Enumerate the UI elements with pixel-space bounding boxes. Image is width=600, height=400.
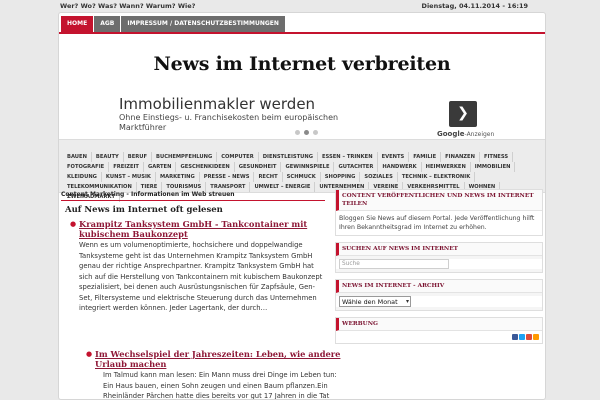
breadcrumb[interactable]: Content Marketing - Informationen im Web… xyxy=(61,189,325,201)
post-excerpt: Im Talmud kann man lesen: Ein Mann muss … xyxy=(103,371,337,400)
widget-ads: WERBUNG xyxy=(335,317,543,344)
category-nav: BAUEN BEAUTY BERUF BUCHEMPFEHLUNG COMPUTER DI… xyxy=(59,139,545,202)
social-icons xyxy=(336,331,542,343)
widget-title: NEWS IM INTERNET - ARCHIV xyxy=(336,280,542,293)
anzeigen-label: -Anzeigen xyxy=(464,131,495,138)
rss-icon[interactable] xyxy=(533,334,539,340)
category-link[interactable]: HEIMWERKEN xyxy=(422,162,471,172)
category-link[interactable]: GESUNDHEIT xyxy=(235,162,282,172)
tagline: Wer? Wo? Was? Wann? Warum? Wie? xyxy=(60,2,196,10)
ad-banner[interactable]: Immobilienmakler werden Ohne Einstiegs- … xyxy=(119,95,489,135)
page-container: HOME AGB IMPRESSUM / DATENSCHUTZBESTIMMU… xyxy=(58,12,546,400)
archive-select-value: Wähle den Monat xyxy=(342,298,398,306)
widget-body: Suche xyxy=(336,259,542,269)
date-time: Dienstag, 04.11.2014 - 16:19 xyxy=(421,2,528,10)
main-content: Content Marketing - Informationen im Web… xyxy=(59,189,340,399)
sidebar: CONTENT VERÖFFENTLICHEN UND NEWS IM INTE… xyxy=(335,189,543,399)
widget-title: WERBUNG xyxy=(336,318,542,331)
googleplus-icon[interactable] xyxy=(526,334,532,340)
tab-home[interactable]: HOME xyxy=(61,16,94,32)
chevron-right-icon: ❯ xyxy=(457,105,469,121)
ad-dot[interactable] xyxy=(313,130,318,135)
ad-next-button[interactable]: ❯ xyxy=(449,101,477,127)
ad-dot-active[interactable] xyxy=(304,130,309,135)
ad-dot[interactable] xyxy=(295,130,300,135)
bullet-icon: ● xyxy=(70,220,77,228)
ad-attribution[interactable]: Google-Anzeigen xyxy=(437,130,494,138)
category-link[interactable]: SOZIALES xyxy=(360,172,398,182)
twitter-icon[interactable] xyxy=(519,334,525,340)
bullet-icon: ● xyxy=(86,350,93,358)
category-link[interactable]: FINANZEN xyxy=(441,152,480,162)
category-link[interactable]: FOTOGRAFIE xyxy=(63,162,110,172)
category-link[interactable]: KUNST – MUSIK xyxy=(102,172,156,182)
tab-agb[interactable]: AGB xyxy=(94,16,121,32)
category-link[interactable]: HANDWERK xyxy=(378,162,422,172)
category-link[interactable]: TECHNIK – ELEKTRONIK xyxy=(398,172,476,182)
archive-select[interactable]: Wähle den Monat ▾ xyxy=(339,296,411,307)
category-link[interactable]: BEAUTY xyxy=(92,152,124,162)
facebook-icon[interactable] xyxy=(512,334,518,340)
google-label: Google xyxy=(437,130,465,138)
top-nav: HOME AGB IMPRESSUM / DATENSCHUTZBESTIMMU… xyxy=(61,16,286,32)
top-strip: Wer? Wo? Was? Wann? Warum? Wie? Dienstag… xyxy=(0,0,600,12)
category-link[interactable]: FITNESS xyxy=(480,152,514,162)
category-link[interactable]: GARTEN xyxy=(144,162,177,172)
category-link[interactable]: BAUEN xyxy=(63,152,92,162)
section-heading: Auf News im Internet oft gelesen xyxy=(65,205,223,215)
ad-pager xyxy=(295,130,318,135)
post-item: ● Krampitz Tanksystem GmbH - Tankcontain… xyxy=(70,219,325,314)
chevron-down-icon: ▾ xyxy=(405,298,409,305)
category-link[interactable]: SHOPPING xyxy=(321,172,361,182)
category-link[interactable]: RECHT xyxy=(254,172,283,182)
nav-divider xyxy=(59,32,545,34)
category-link[interactable]: GUTACHTER xyxy=(334,162,379,172)
site-title[interactable]: News im Internet verbreiten xyxy=(59,53,545,75)
post-title-link[interactable]: Im Wechselspiel der Jahreszeiten: Leben,… xyxy=(95,349,341,369)
widget-publish: CONTENT VERÖFFENTLICHEN UND NEWS IM INTE… xyxy=(335,189,543,236)
tab-impressum[interactable]: IMPRESSUM / DATENSCHUTZBESTIMMUNGEN xyxy=(121,16,285,32)
category-link[interactable]: PRESSE – NEWS xyxy=(200,172,255,182)
category-link[interactable]: IMMOBILIEN xyxy=(471,162,516,172)
category-link[interactable]: MARKETING xyxy=(156,172,200,182)
post-item: ● Im Wechselspiel der Jahreszeiten: Lebe… xyxy=(79,349,347,400)
post-excerpt: Wenn es um volumenoptimierte, hochsicher… xyxy=(79,241,323,312)
widget-title: CONTENT VERÖFFENTLICHEN UND NEWS IM INTE… xyxy=(336,190,542,211)
widget-text: Bloggen Sie News auf diesem Portal. Jede… xyxy=(336,211,542,235)
search-input[interactable]: Suche xyxy=(339,259,449,269)
widget-search: SUCHEN AUF NEWS IM INTERNET Suche xyxy=(335,242,543,273)
widget-title: SUCHEN AUF NEWS IM INTERNET xyxy=(336,243,542,256)
category-link[interactable]: DIENSTLEISTUNG xyxy=(259,152,318,162)
category-link[interactable]: FREIZEIT xyxy=(109,162,144,172)
category-link[interactable]: BUCHEMPFEHLUNG xyxy=(152,152,218,162)
category-link[interactable]: FAMILIE xyxy=(409,152,442,162)
category-link[interactable]: KLEIDUNG xyxy=(63,172,102,182)
post-title-link[interactable]: Krampitz Tanksystem GmbH - Tankcontainer… xyxy=(79,219,325,239)
widget-archive: NEWS IM INTERNET - ARCHIV Wähle den Mona… xyxy=(335,279,543,311)
category-link[interactable]: GEWINNSPIELE xyxy=(281,162,335,172)
widget-body: Wähle den Monat ▾ xyxy=(336,296,542,307)
category-link[interactable]: GESCHENKIDEEN xyxy=(176,162,235,172)
category-link[interactable]: COMPUTER xyxy=(217,152,259,162)
category-link[interactable]: EVENTS xyxy=(378,152,410,162)
category-link[interactable]: BERUF xyxy=(124,152,153,162)
ad-subtext: Ohne Einstiegs- u. Franchisekosten beim … xyxy=(119,113,339,122)
category-link[interactable]: SCHMUCK xyxy=(283,172,321,182)
ad-headline[interactable]: Immobilienmakler werden xyxy=(119,95,489,113)
category-link[interactable]: ESSEN – TRINKEN xyxy=(318,152,378,162)
